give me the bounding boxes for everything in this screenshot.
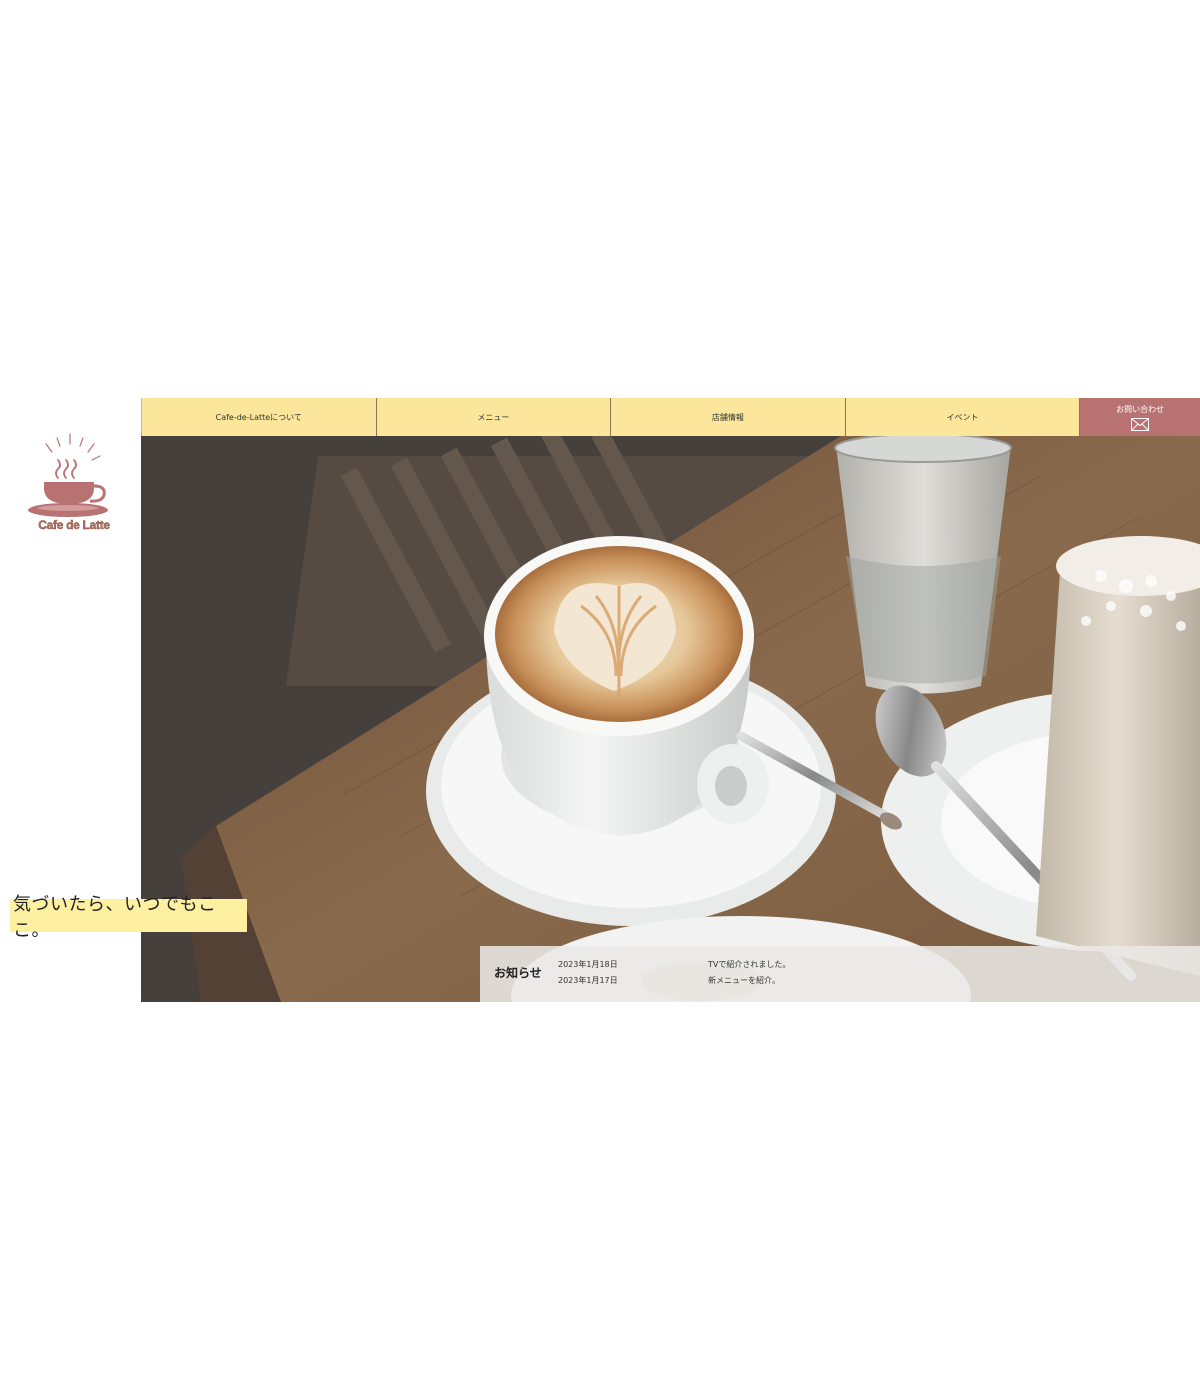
hero-image bbox=[141, 436, 1200, 1002]
nav-item-label: イベント bbox=[946, 412, 979, 422]
news-date: 2023年1月17日 bbox=[558, 976, 618, 985]
nav-item-menu[interactable]: メニュー bbox=[375, 398, 611, 436]
news-panel: お知らせ 2023年1月18日 TVで紹介されました。 2023年1月17日 新… bbox=[480, 946, 1200, 1002]
nav-item-label: 店舗情報 bbox=[711, 412, 744, 422]
nav-item-about[interactable]: Cafe-de-Latteについて bbox=[141, 398, 376, 436]
nav-item-store-info[interactable]: 店舗情報 bbox=[610, 398, 845, 436]
logo-text: Cafe de Latte bbox=[38, 518, 110, 532]
mail-icon bbox=[1131, 417, 1150, 431]
site-logo[interactable]: Cafe de Latte bbox=[22, 430, 122, 540]
tagline-text: 気づいたら、いつでもここ。 bbox=[13, 893, 217, 941]
latte-art-coffee-photo bbox=[141, 436, 1200, 1002]
main-navigation: Cafe-de-Latteについて メニュー 店舗情報 イベント お問い合わせ bbox=[141, 398, 1200, 436]
nav-item-label: メニュー bbox=[477, 412, 510, 422]
nav-item-label: Cafe-de-Latteについて bbox=[215, 412, 302, 422]
contact-button[interactable]: お問い合わせ bbox=[1079, 398, 1200, 436]
news-text: 新メニューを紹介。 bbox=[708, 976, 780, 985]
news-date: 2023年1月18日 bbox=[558, 960, 618, 969]
contact-label: お問い合わせ bbox=[1116, 404, 1165, 414]
nav-item-events[interactable]: イベント bbox=[844, 398, 1080, 436]
news-text: TVで紹介されました。 bbox=[708, 960, 791, 969]
hero-tagline: 気づいたら、いつでもここ。 bbox=[10, 894, 247, 941]
news-title: お知らせ bbox=[494, 966, 542, 980]
